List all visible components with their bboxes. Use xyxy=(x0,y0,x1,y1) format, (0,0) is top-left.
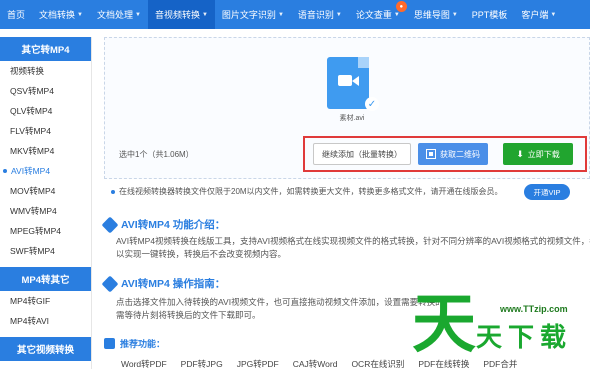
nav-item-label: PPT模板 xyxy=(471,10,508,20)
intro-line: AVI转MP4视频转换在线版工具，支持AVI视频格式在线实现视频文件的格式转换，… xyxy=(116,236,590,246)
sidebar-section-title: 其它转MP4 xyxy=(0,37,91,61)
sidebar-item-label: MPEG转MP4 xyxy=(10,226,62,236)
intro-section-title: AVI转MP4 功能介绍： xyxy=(101,216,226,233)
sidebar-item-label: 视频转换 xyxy=(10,66,45,76)
recommend-link[interactable]: Word转PDF xyxy=(121,358,167,369)
nav-item[interactable]: 语音识别 ▼ xyxy=(291,0,349,29)
intro-title: AVI转MP4 功能介绍： xyxy=(121,219,226,231)
section-icon xyxy=(101,216,119,233)
chevron-down-icon: ▼ xyxy=(201,11,208,18)
sidebar-item[interactable]: FLV转MP4 xyxy=(0,121,91,141)
thumbs-up-icon xyxy=(104,338,115,349)
nav-item[interactable]: 文档转换 ▼ xyxy=(32,0,90,29)
sidebar: 其它转MP4 视频转换 QSV转MP4 QLV转MP4 FLV转MP4 MKV转MP4 A… xyxy=(0,37,92,369)
check-icon: ✓ xyxy=(365,97,379,111)
chevron-down-icon: ▼ xyxy=(550,11,557,18)
sidebar-section-title: MP4转其它 xyxy=(0,267,91,291)
recommend-section-title: 推荐功能： xyxy=(104,337,165,350)
sidebar-item-label: FLV转MP4 xyxy=(10,126,51,136)
intro-text: AVI转MP4视频转换在线版工具，支持AVI视频格式在线实现视频文件的格式转换，… xyxy=(116,235,590,261)
sidebar-item-label: MP4转AVI xyxy=(10,316,50,326)
sidebar-item-label: QSV转MP4 xyxy=(10,86,54,96)
nav-item[interactable]: 文档处理 ▼ xyxy=(90,0,148,29)
chevron-down-icon: ▼ xyxy=(77,11,83,18)
camera-icon xyxy=(338,75,352,86)
sidebar-item-label: MOV转MP4 xyxy=(10,186,56,196)
notice-bullet xyxy=(111,190,115,194)
nav-item[interactable]: 思维导图 ▼ xyxy=(407,0,465,29)
watermark-text: 天下载 xyxy=(476,323,573,353)
file-name: 素材.avi xyxy=(339,115,365,122)
guide-section-title: AVI转MP4 操作指南： xyxy=(101,275,226,292)
add-files-button[interactable]: 继续添加（批量转换） xyxy=(313,143,411,165)
add-files-label: 继续添加（批量转换） xyxy=(322,149,402,159)
recommend-link[interactable]: JPG转PDF xyxy=(237,358,279,369)
recommend-link[interactable]: PDF合并 xyxy=(483,358,517,369)
open-vip-button[interactable]: 开通VIP xyxy=(524,184,570,200)
sidebar-item[interactable]: MPEG转MP4 xyxy=(0,221,91,241)
get-qrcode-button[interactable]: 获取二维码 xyxy=(418,143,488,165)
video-file-icon[interactable] xyxy=(327,57,369,109)
sidebar-item[interactable]: SWF转MP4 xyxy=(0,241,91,261)
sidebar-item-label: SWF转MP4 xyxy=(10,246,55,256)
watermark-url: www.TTzip.com xyxy=(500,304,568,314)
intro-line: 以实现一键转换，转换后不会改变视频内容。 xyxy=(116,249,287,259)
recommend-link[interactable]: OCR在线识别 xyxy=(351,358,404,369)
sidebar-item-label: MP4转GIF xyxy=(10,296,51,306)
nav-item[interactable]: 客户端 ▼ xyxy=(514,0,563,29)
selection-status: 选中1个（共1.06M） xyxy=(119,150,194,159)
sidebar-item[interactable]: QSV转MP4 xyxy=(0,81,91,101)
recommend-link[interactable]: PDF转JPG xyxy=(181,358,223,369)
qrcode-icon xyxy=(426,149,436,159)
recommend-link[interactable]: CAJ转Word xyxy=(293,358,338,369)
watermark-big-char: 天 xyxy=(412,288,476,362)
download-label: 立即下载 xyxy=(527,149,560,159)
top-nav: 首页 文档转换 ▼ 文档处理 ▼ 音视频转换 ▼ 图片文字识别 ▼ 语音识别 ▼ 论文查重 ▼ ● 思维导图… xyxy=(0,0,590,29)
nav-item-label: 论文查重 xyxy=(355,10,392,20)
sidebar-item[interactable]: MP4转GIF xyxy=(0,291,91,311)
sidebar-item[interactable]: QLV转MP4 xyxy=(0,101,91,121)
sidebar-item[interactable]: 视频转换 xyxy=(0,61,91,81)
sidebar-item-label: QLV转MP4 xyxy=(10,106,53,116)
size-limit-notice: 在线视频转换器转换文件仅限于20M以内文件，如需转换更大文件，转换更多格式文件，… xyxy=(119,187,503,196)
nav-item-label: 文档转换 xyxy=(39,10,76,20)
nav-item-label: 思维导图 xyxy=(413,10,450,20)
guide-title: AVI转MP4 操作指南： xyxy=(121,278,226,290)
chevron-down-icon: ▼ xyxy=(335,11,342,18)
sidebar-item[interactable]: MKV转MP4 xyxy=(0,141,91,161)
sidebar-item-label: WMV转MP4 xyxy=(10,206,57,216)
download-button[interactable]: ⬇ 立即下载 xyxy=(503,143,573,165)
chevron-down-icon: ▼ xyxy=(135,11,141,18)
active-dot-icon xyxy=(3,169,7,173)
nav-item[interactable]: 首页 xyxy=(0,0,32,29)
nav-item[interactable]: 音视频转换 ▼ xyxy=(147,0,215,29)
sidebar-item-label: AVI转MP4 xyxy=(11,166,51,176)
nav-item-label: 语音识别 xyxy=(297,10,334,20)
watermark-logo: 天 天下载 xyxy=(412,293,572,357)
nav-item[interactable]: 图片文字识别 ▼ xyxy=(215,0,291,29)
get-qrcode-label: 获取二维码 xyxy=(440,149,480,159)
nav-item[interactable]: PPT模板 xyxy=(465,0,515,29)
recommend-title: 推荐功能： xyxy=(120,339,166,349)
sidebar-item[interactable]: WMV转MP4 xyxy=(0,201,91,221)
nav-item-label: 首页 xyxy=(7,10,26,20)
section-icon xyxy=(101,275,119,292)
nav-item-label: 图片文字识别 xyxy=(221,10,276,20)
nav-item-label: 文档处理 xyxy=(96,10,133,20)
sidebar-item-label: MKV转MP4 xyxy=(10,146,55,156)
sidebar-item[interactable]: MOV转MP4 xyxy=(0,181,91,201)
nav-item[interactable]: 论文查重 ▼ ● xyxy=(349,0,407,29)
sidebar-section-title: 其它视频转换 xyxy=(0,337,91,361)
nav-item-label: 音视频转换 xyxy=(154,10,200,20)
download-icon: ⬇ xyxy=(516,148,524,159)
chevron-down-icon: ▼ xyxy=(393,11,400,18)
chevron-down-icon: ▼ xyxy=(451,11,458,18)
sidebar-item[interactable]: MP4转AVI xyxy=(0,311,91,331)
sidebar-item[interactable]: AVI转MP4 xyxy=(0,161,91,181)
nav-item-label: 客户端 xyxy=(521,10,549,20)
chevron-down-icon: ▼ xyxy=(277,11,284,18)
hot-badge-icon: ● xyxy=(395,1,407,12)
